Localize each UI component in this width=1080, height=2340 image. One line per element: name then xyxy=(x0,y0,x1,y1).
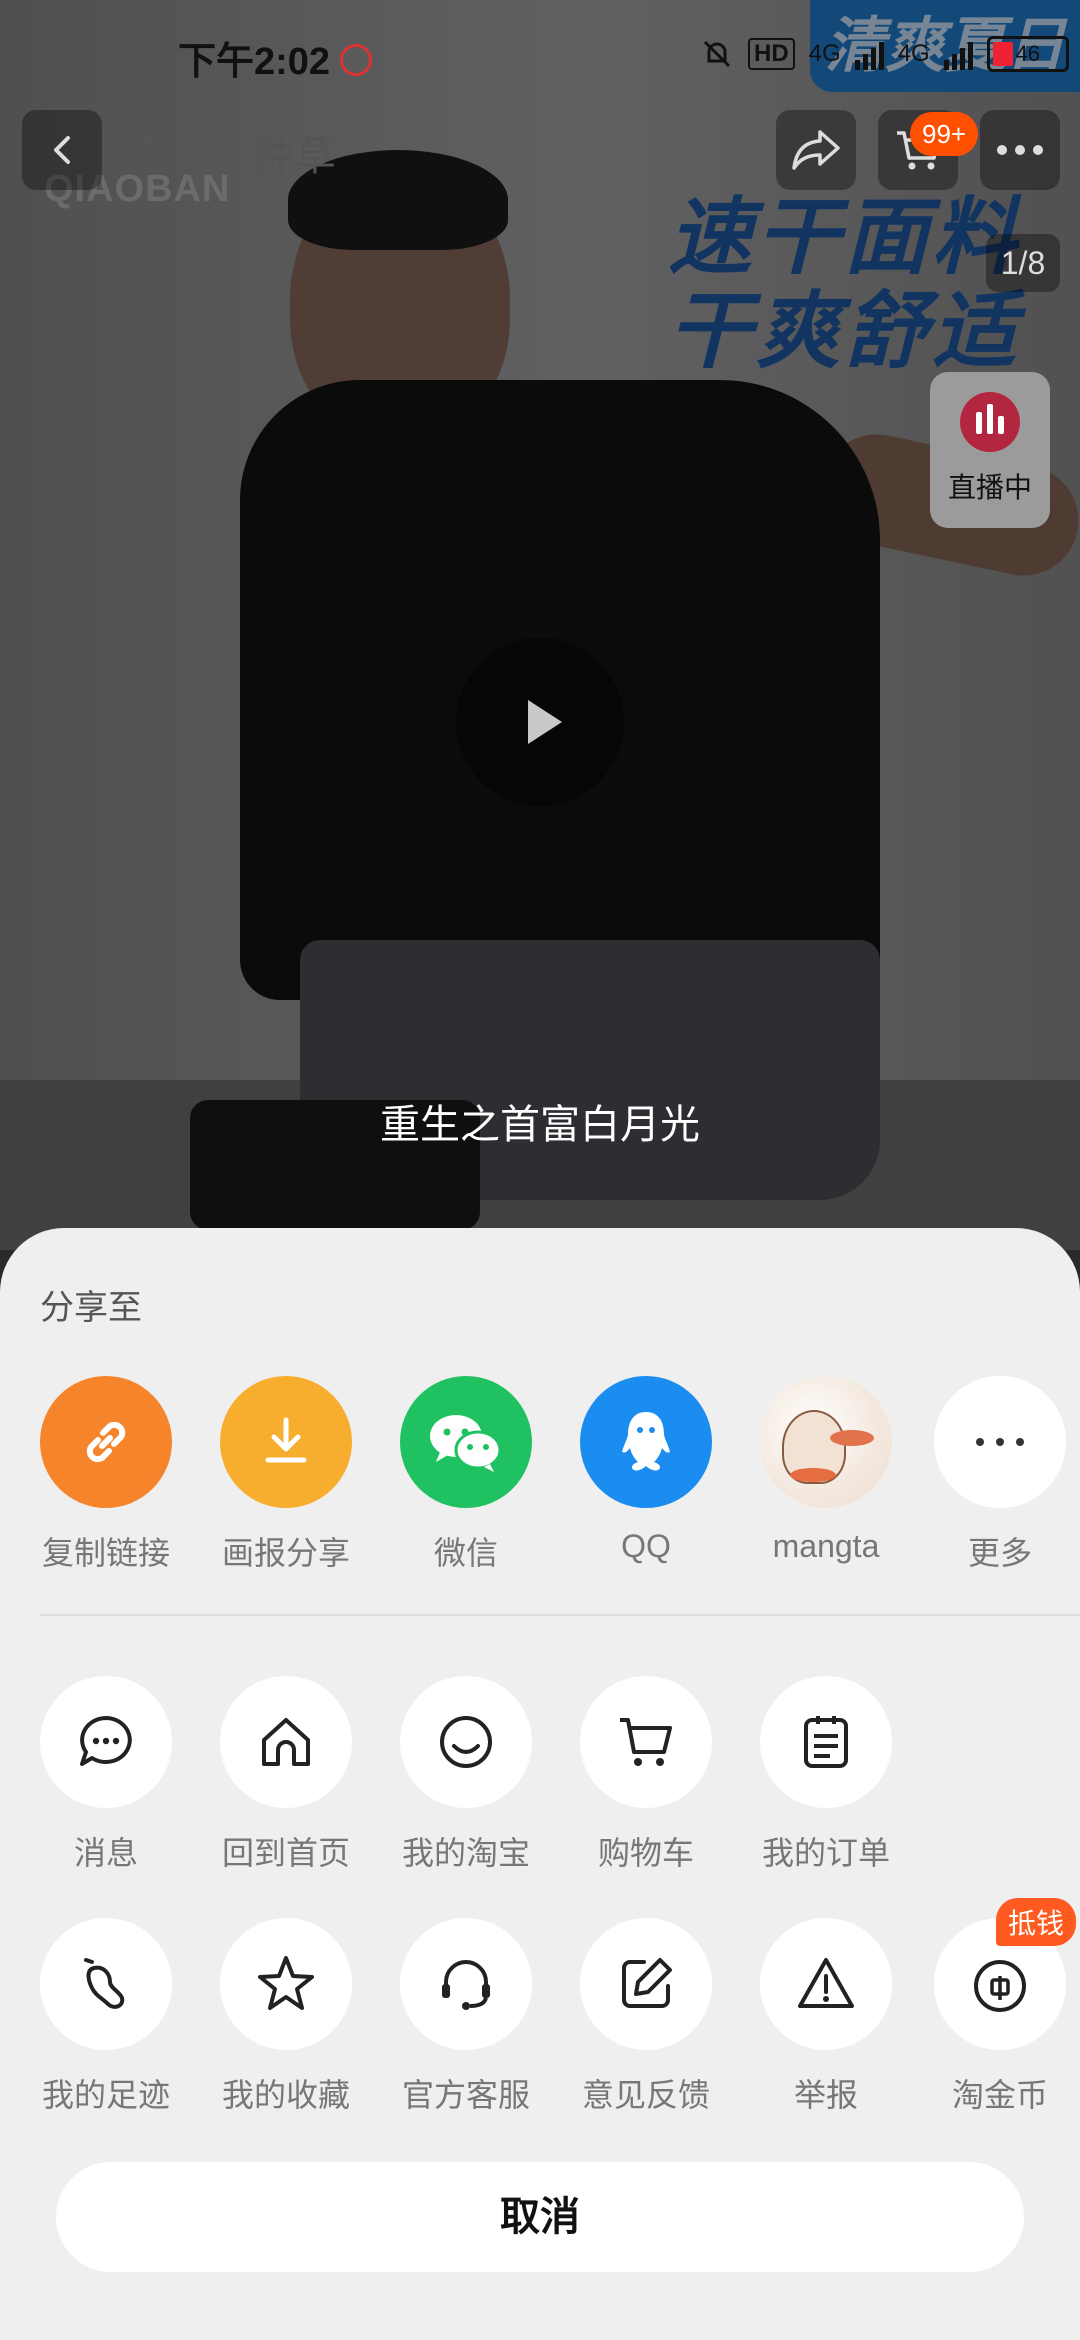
avatar-icon xyxy=(760,1376,892,1508)
headset-icon xyxy=(400,1918,532,2050)
share-sheet: 分享至 复制链接 画报分享 微信 QQ mangta 更多 消息 回到首页 我的… xyxy=(0,1228,1080,2340)
action-taobao-coins[interactable]: 抵钱 淘金币 xyxy=(920,1898,1080,2116)
action-report[interactable]: 举报 xyxy=(746,1918,906,2116)
warning-icon xyxy=(760,1918,892,2050)
status-time: 下午2:02 xyxy=(178,41,331,83)
coin-icon: 抵钱 xyxy=(934,1898,1076,2050)
link-icon xyxy=(40,1376,172,1508)
image-page-indicator: 1/8 xyxy=(986,234,1060,292)
live-label: 直播中 xyxy=(947,472,1032,503)
share-button[interactable] xyxy=(776,110,856,190)
action-label: 我的收藏 xyxy=(221,2077,350,2113)
action-label: 意见反馈 xyxy=(581,2077,710,2113)
action-favorites[interactable]: 我的收藏 xyxy=(206,1918,366,2116)
action-label: 我的足迹 xyxy=(41,2077,170,2113)
action-feedback[interactable]: 意见反馈 xyxy=(566,1918,726,2116)
share-qq[interactable]: QQ xyxy=(566,1376,726,1565)
action-messages[interactable]: 消息 xyxy=(26,1676,186,1874)
back-button[interactable] xyxy=(22,110,102,190)
more-dots-icon xyxy=(997,145,1043,155)
home-icon xyxy=(220,1676,352,1808)
smile-icon xyxy=(400,1676,532,1808)
cart-icon xyxy=(580,1676,712,1808)
action-label: 举报 xyxy=(793,2077,858,2113)
share-sheet-title: 分享至 xyxy=(40,1289,142,1327)
qq-icon xyxy=(580,1376,712,1508)
more-icon xyxy=(934,1376,1066,1508)
top-tabs: 宝贝 种草 xyxy=(126,122,336,183)
cart-count-badge: 99+ xyxy=(910,112,979,156)
live-bars-icon xyxy=(960,392,1020,452)
signal-icon xyxy=(854,38,884,70)
action-label: 官方客服 xyxy=(401,2077,530,2113)
video-subtitle: 重生之首富白月光 xyxy=(380,1103,700,1147)
share-target-label: 画报分享 xyxy=(221,1535,350,1571)
footprint-icon xyxy=(40,1918,172,2050)
sheet-divider xyxy=(40,1614,1080,1616)
wechat-icon xyxy=(400,1376,532,1508)
tab-item[interactable]: 宝贝 xyxy=(126,122,210,183)
network-label-1: 4G xyxy=(808,40,841,67)
action-home[interactable]: 回到首页 xyxy=(206,1676,366,1874)
system-indicators: HD 4G 4G 46 xyxy=(700,36,1069,72)
coin-badge: 抵钱 xyxy=(995,1898,1076,1946)
share-more[interactable]: 更多 xyxy=(920,1376,1080,1574)
hd-badge: HD xyxy=(748,38,795,70)
more-menu-button[interactable] xyxy=(980,110,1060,190)
share-target-label: 更多 xyxy=(967,1535,1032,1571)
battery-icon: 46 xyxy=(986,36,1069,72)
download-icon xyxy=(220,1376,352,1508)
action-my-orders[interactable]: 我的订单 xyxy=(746,1676,906,1874)
share-target-label: QQ xyxy=(621,1528,671,1564)
signal-icon-2 xyxy=(943,38,973,70)
battery-level: 46 xyxy=(1015,41,1040,66)
action-customer-service[interactable]: 官方客服 xyxy=(386,1918,546,2116)
action-label: 消息 xyxy=(73,1835,138,1871)
share-target-label: 复制链接 xyxy=(41,1535,170,1571)
share-wechat[interactable]: 微信 xyxy=(386,1376,546,1574)
share-copy-link[interactable]: 复制链接 xyxy=(26,1376,186,1574)
mute-bell-icon xyxy=(703,40,731,68)
network-label-2: 4G xyxy=(897,40,930,67)
share-target-label: 微信 xyxy=(433,1535,498,1571)
action-label: 购物车 xyxy=(597,1835,694,1871)
share-arrow-icon xyxy=(792,130,840,170)
play-video-button[interactable] xyxy=(456,638,624,806)
action-label: 我的订单 xyxy=(761,1835,890,1871)
action-label: 淘金币 xyxy=(951,2077,1048,2113)
order-icon xyxy=(760,1676,892,1808)
cancel-button[interactable]: 取消 xyxy=(56,2162,1024,2272)
share-contact-mangta[interactable]: mangta xyxy=(746,1376,906,1565)
tab-grass[interactable]: 种草 xyxy=(252,122,336,183)
action-footprint[interactable]: 我的足迹 xyxy=(26,1918,186,2116)
status-bar: 下午2:02 HD 4G 4G 46 xyxy=(0,0,1080,110)
share-poster[interactable]: 画报分享 xyxy=(206,1376,366,1574)
edit-icon xyxy=(580,1918,712,2050)
message-icon xyxy=(40,1676,172,1808)
chevron-left-icon xyxy=(54,136,70,164)
action-cart[interactable]: 购物车 xyxy=(566,1676,726,1874)
action-label: 我的淘宝 xyxy=(401,1835,530,1871)
share-target-label: mangta xyxy=(772,1528,880,1564)
star-icon xyxy=(220,1918,352,2050)
action-my-taobao[interactable]: 我的淘宝 xyxy=(386,1676,546,1874)
live-stream-button[interactable]: 直播中 xyxy=(930,372,1050,528)
notification-icon xyxy=(340,44,372,76)
action-label: 回到首页 xyxy=(221,1835,350,1871)
